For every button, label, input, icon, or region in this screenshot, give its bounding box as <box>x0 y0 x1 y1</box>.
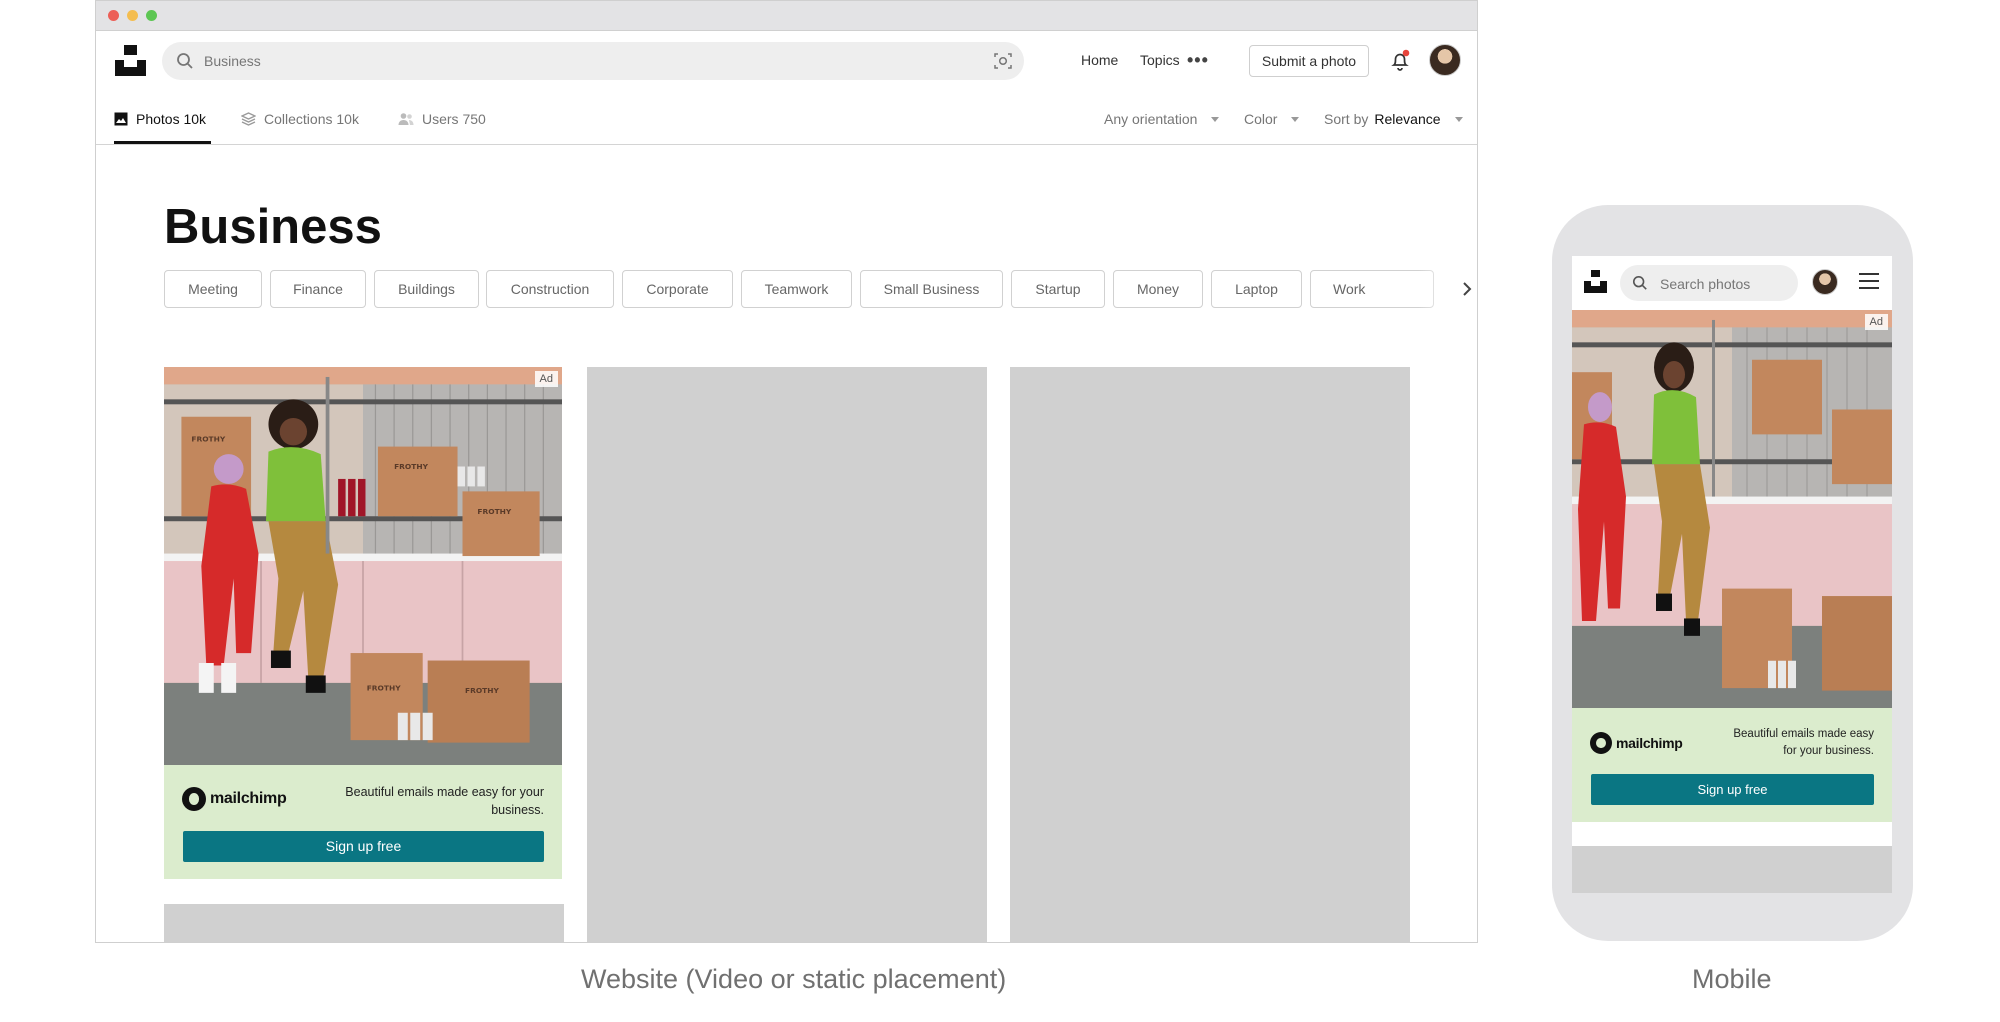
tab-users[interactable]: Users 750 <box>398 111 486 127</box>
chevron-down-icon <box>1291 116 1300 122</box>
search-icon <box>1632 275 1647 290</box>
ad-badge: Ad <box>1864 314 1888 330</box>
mailchimp-freddie-icon <box>1590 732 1612 754</box>
mailchimp-wordmark: mailchimp <box>210 790 287 807</box>
more-options-icon[interactable]: ••• <box>1187 50 1209 71</box>
box-text-5: FROTHY <box>465 686 499 695</box>
orientation-filter-label: Any orientation <box>1104 111 1198 127</box>
search-tabs-bar: Photos 10k Collections 10k Users 750 Any… <box>96 91 1477 145</box>
ad-warehouse-photo <box>1572 310 1892 708</box>
mobile-screen: Search photos Ad mailchimp Beautiful ema… <box>1572 256 1892 893</box>
chip-work[interactable]: Work <box>1310 270 1434 308</box>
desktop-browser-window: Business Home Topics ••• Submit a photo … <box>95 0 1478 943</box>
sort-prefix: Sort by <box>1324 111 1369 127</box>
photo-placeholder[interactable] <box>1572 846 1892 893</box>
tab-collections[interactable]: Collections 10k <box>241 111 359 127</box>
mailchimp-logo: mailchimp <box>182 787 287 811</box>
hamburger-menu-icon[interactable] <box>1859 273 1879 289</box>
photo-placeholder[interactable] <box>164 904 564 942</box>
tab-users-label: Users 750 <box>422 111 486 127</box>
chip-teamwork[interactable]: Teamwork <box>741 270 852 308</box>
box-text-3: FROTHY <box>477 507 511 516</box>
ad-photo: Ad <box>1572 310 1892 708</box>
chip-corporate[interactable]: Corporate <box>622 270 733 308</box>
related-searches-chips: Meeting Finance Buildings Construction C… <box>164 270 1477 310</box>
ad-photo: FROTHY FROTHY FROTHY FROTHY FROTHY Ad <box>164 367 562 765</box>
color-filter-dropdown[interactable]: Color <box>1244 111 1300 127</box>
box-text-4: FROTHY <box>367 683 401 692</box>
ad-signup-button[interactable]: Sign up free <box>1591 774 1874 805</box>
ad-badge: Ad <box>534 371 558 387</box>
unsplash-logo-icon[interactable] <box>115 45 146 76</box>
maximize-window-button[interactable] <box>146 10 157 21</box>
chip-small-business[interactable]: Small Business <box>860 270 1003 308</box>
mobile-search-placeholder: Search photos <box>1660 276 1751 292</box>
ad-tagline-line2: for your business. <box>1783 744 1874 757</box>
chip-construction[interactable]: Construction <box>486 270 614 308</box>
mailchimp-wordmark: mailchimp <box>1616 735 1683 751</box>
box-text-1: FROTHY <box>191 435 225 444</box>
nav-home-link[interactable]: Home <box>1081 52 1118 68</box>
submit-photo-button[interactable]: Submit a photo <box>1249 45 1369 77</box>
chevron-down-icon <box>1211 116 1220 122</box>
ad-tagline: Beautiful emails made easy for your busi… <box>1682 726 1874 759</box>
chip-laptop[interactable]: Laptop <box>1211 270 1302 308</box>
sort-dropdown[interactable]: Sort by Relevance <box>1324 111 1463 127</box>
user-avatar[interactable] <box>1429 44 1461 76</box>
ad-tagline: Beautiful emails made easy for your busi… <box>345 785 544 818</box>
website-caption: Website (Video or static placement) <box>581 964 1007 994</box>
box-text-2: FROTHY <box>394 462 428 471</box>
close-window-button[interactable] <box>108 10 119 21</box>
page-title: Business <box>164 200 382 254</box>
browser-chrome <box>96 1 1477 31</box>
chip-meeting[interactable]: Meeting <box>164 270 262 308</box>
mobile-caption: Mobile <box>1692 964 1772 994</box>
chevron-down-icon <box>1454 116 1463 122</box>
visual-search-icon[interactable] <box>994 52 1012 70</box>
mobile-search-input[interactable]: Search photos <box>1620 265 1798 301</box>
nav-topics-link[interactable]: Topics <box>1140 52 1180 68</box>
chip-finance[interactable]: Finance <box>270 270 366 308</box>
users-icon <box>398 113 414 125</box>
unsplash-logo-icon[interactable] <box>1584 270 1607 293</box>
sort-value: Relevance <box>1374 111 1441 127</box>
photo-icon <box>114 112 128 126</box>
tab-photos-label: Photos 10k <box>136 111 207 127</box>
mobile-sponsored-ad-card[interactable]: Ad mailchimp Beautiful emails made easy … <box>1572 310 1892 822</box>
color-filter-label: Color <box>1244 111 1278 127</box>
photo-placeholder[interactable] <box>1010 367 1410 942</box>
sponsored-ad-card[interactable]: FROTHY FROTHY FROTHY FROTHY FROTHY Ad ma… <box>164 367 562 879</box>
notifications-bell-icon[interactable] <box>1389 48 1411 72</box>
photo-placeholder[interactable] <box>587 367 987 942</box>
search-value: Business <box>204 53 261 69</box>
minimize-window-button[interactable] <box>127 10 138 21</box>
mailchimp-logo: mailchimp <box>1590 732 1683 754</box>
chevron-right-icon[interactable] <box>1458 280 1476 298</box>
collections-icon <box>241 112 256 126</box>
chip-startup[interactable]: Startup <box>1011 270 1105 308</box>
chip-buildings[interactable]: Buildings <box>374 270 479 308</box>
orientation-filter-dropdown[interactable]: Any orientation <box>1104 111 1220 127</box>
ad-signup-button[interactable]: Sign up free <box>183 831 544 862</box>
ad-tagline-line1: Beautiful emails made easy <box>1733 728 1874 740</box>
ad-warehouse-photo: FROTHY FROTHY FROTHY FROTHY FROTHY <box>164 367 562 765</box>
active-tab-indicator <box>114 141 211 144</box>
user-avatar[interactable] <box>1812 269 1838 295</box>
search-icon <box>177 53 193 69</box>
site-header: Business Home Topics ••• Submit a photo <box>96 31 1477 91</box>
search-input[interactable]: Business <box>162 42 1024 80</box>
chip-money[interactable]: Money <box>1113 270 1203 308</box>
tab-collections-label: Collections 10k <box>264 111 359 127</box>
mailchimp-freddie-icon <box>182 787 206 811</box>
tab-photos[interactable]: Photos 10k <box>114 111 206 127</box>
